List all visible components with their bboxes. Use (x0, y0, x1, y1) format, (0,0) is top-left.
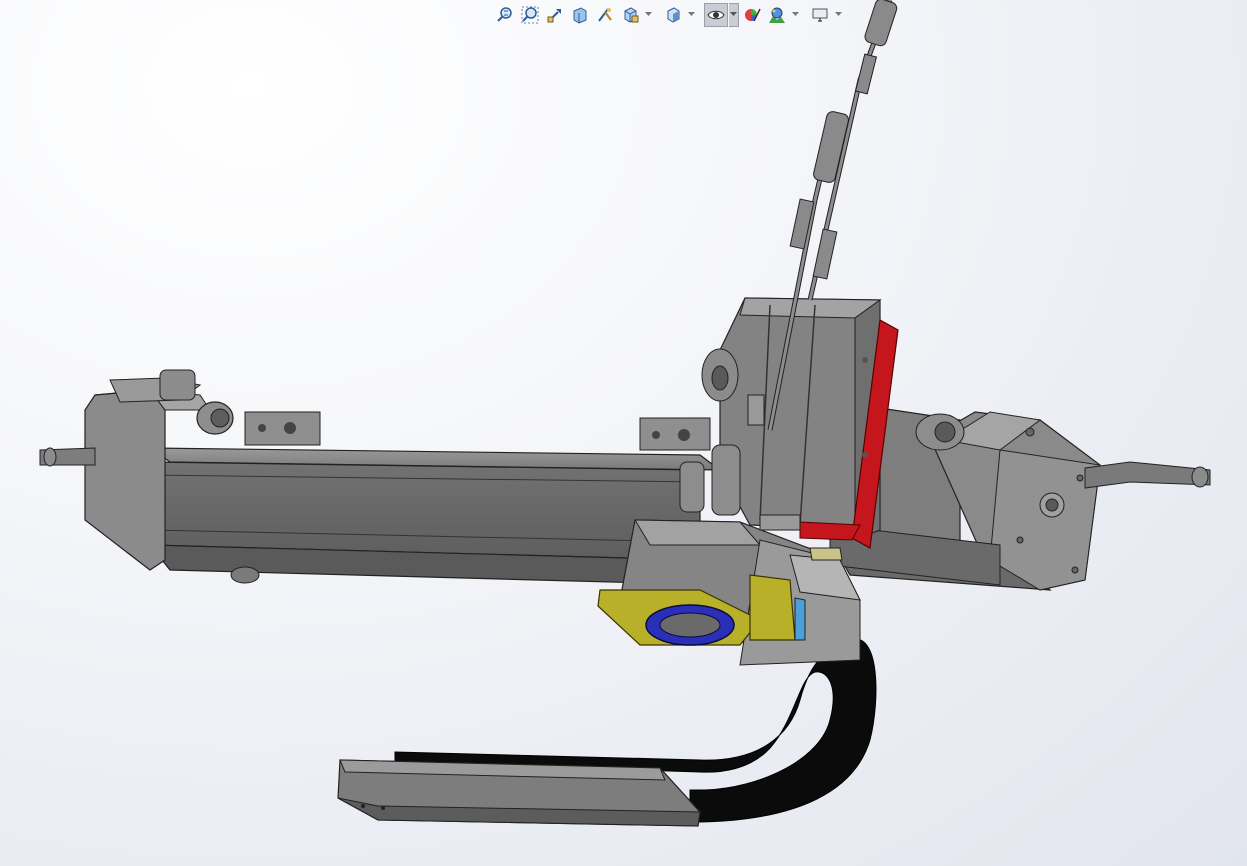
previous-view-icon[interactable] (543, 3, 567, 27)
edit-appearance-icon[interactable] (740, 3, 764, 27)
hide-show-items-icon[interactable] (704, 2, 728, 27)
display-style-icon[interactable] (661, 3, 685, 27)
chevron-down-icon[interactable] (729, 2, 739, 27)
view-orientation-icon[interactable] (618, 3, 642, 27)
chain-support-rail[interactable] (337, 759, 701, 827)
dynamic-annotation-views-icon[interactable] (593, 3, 617, 27)
chevron-down-icon[interactable] (686, 3, 696, 27)
chevron-down-icon[interactable] (833, 3, 843, 27)
model-viewport[interactable] (0, 0, 1247, 866)
view-settings-icon[interactable] (808, 3, 832, 27)
chevron-down-icon[interactable] (643, 3, 653, 27)
heads-up-view-toolbar (493, 1, 843, 28)
chevron-down-icon[interactable] (790, 3, 800, 27)
apply-scene-icon[interactable] (765, 3, 789, 27)
zoom-to-area-icon[interactable] (518, 3, 542, 27)
section-view-icon[interactable] (568, 3, 592, 27)
zoom-to-fit-icon[interactable] (493, 3, 517, 27)
